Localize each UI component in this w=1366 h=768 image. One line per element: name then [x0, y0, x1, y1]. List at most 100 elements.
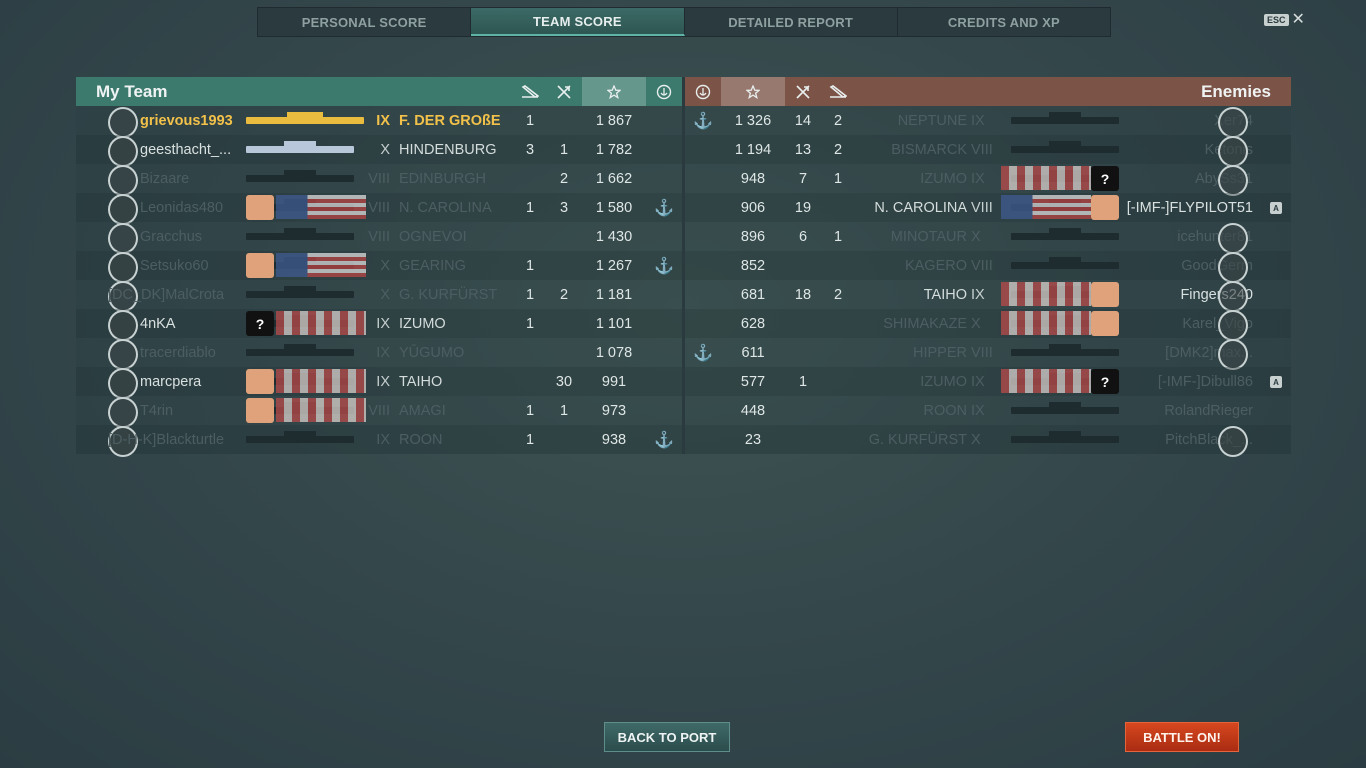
planes-shot-value: [789, 425, 817, 454]
table-row[interactable]: 906 19 N. CAROLINA VIII [-IMF-]FLYPILOT51 A: [685, 193, 1291, 222]
table-row[interactable]: 448 ROON IX RolandRieger: [685, 396, 1291, 425]
ship-name: SHIMAKAZE: [883, 315, 967, 332]
torpedo-hits-value: 1: [525, 315, 535, 332]
rank-badge-icon: [1218, 310, 1248, 341]
score-value: 1 867: [595, 112, 633, 129]
player-name[interactable]: [DC_DK]MalCrota: [108, 280, 224, 309]
table-row[interactable]: 852KAGEROVIIIGoodGerm: [685, 251, 1291, 283]
player-name[interactable]: Setsuko60: [140, 251, 209, 280]
score-value: 681: [740, 286, 766, 303]
my-team-header: My Team: [76, 77, 682, 106]
table-row[interactable]: grievous1993 IX F. DER GROßE 1 1 867: [76, 106, 682, 138]
player-name[interactable]: [-IMF-]Dibull86: [1158, 367, 1253, 396]
player-name[interactable]: Bizaare: [140, 164, 189, 193]
score-value: 973: [601, 402, 627, 419]
planes-shot-value: [550, 338, 578, 367]
score-star-icon[interactable]: [721, 77, 785, 106]
ship-tier: VIII: [971, 199, 993, 216]
tab-credits-and-xp[interactable]: CREDITS AND XP: [898, 8, 1110, 36]
player-name[interactable]: 4nKA: [140, 309, 175, 338]
table-row[interactable]: [D-H-K]Blackturtle IX ROON 1 938 ⚓: [76, 425, 682, 457]
table-row[interactable]: 94871IZUMOIX?AbySs31: [685, 164, 1291, 196]
score-star-icon[interactable]: [582, 77, 646, 106]
score-value: 1 326: [734, 112, 772, 129]
torpedo-hits-value: 2: [833, 112, 843, 129]
table-row[interactable]: Bizaare VIII EDINBURGH 2 1 662: [76, 164, 682, 196]
ship-silhouette-icon: [246, 112, 364, 124]
ship-silhouette-icon: [1011, 257, 1119, 269]
table-row[interactable]: 1 194132BISMARCKVIIIKetonis: [685, 135, 1291, 167]
ship-tier: IX: [376, 344, 390, 361]
battle-on-button[interactable]: BATTLE ON!: [1125, 722, 1239, 752]
torpedo-hits-icon[interactable]: [824, 77, 852, 106]
ship-name: IZUMO: [920, 373, 967, 390]
score-value: 896: [740, 228, 766, 245]
table-row[interactable]: marcpera IX TAIHO 30 991: [76, 367, 682, 399]
ship-silhouette-icon: [1011, 402, 1119, 414]
score-value: 1 580: [595, 199, 633, 216]
table-row[interactable]: ⚓1 326142NEPTUNEIXXer74: [685, 106, 1291, 138]
commander-portrait-icon: [246, 195, 274, 220]
rank-badge-icon: [1218, 426, 1248, 457]
planes-shot-icon[interactable]: [789, 77, 817, 106]
player-name[interactable]: [-IMF-]FLYPILOT51: [1127, 193, 1253, 222]
player-name[interactable]: RolandRieger: [1164, 396, 1253, 425]
ship-name: F. DER GROßE: [399, 112, 501, 129]
score-value: 991: [601, 373, 627, 390]
anchor-icon: ⚓: [654, 257, 674, 275]
table-row[interactable]: Setsuko60 X GEARING 1 1 267 ⚓: [76, 251, 682, 283]
torpedo-hits-value: 1: [525, 402, 535, 419]
commander-portrait-icon: [246, 398, 274, 423]
back-to-port-button[interactable]: BACK TO PORT: [604, 722, 730, 752]
score-value: 938: [601, 431, 627, 448]
table-row[interactable]: [DC_DK]MalCrota X G. KURFÜRST 1 2 1 181: [76, 280, 682, 312]
ship-tier: X: [971, 315, 981, 332]
anchor-icon: ⚓: [654, 431, 674, 449]
ship-name: IZUMO: [920, 170, 967, 187]
table-row[interactable]: 23 G. KURFÜRST X PitchBlack_...: [685, 425, 1291, 457]
tab-team-score[interactable]: TEAM SCORE: [471, 8, 685, 36]
player-name[interactable]: tracerdiablo: [140, 338, 216, 367]
ship-tier: X: [380, 141, 390, 158]
player-name[interactable]: grievous1993: [140, 106, 233, 135]
table-row[interactable]: tracerdiablo IX YŪGUMO 1 078: [76, 338, 682, 370]
score-value: 628: [740, 315, 766, 332]
table-row[interactable]: Gracchus VIII OGNEVOI 1 430: [76, 222, 682, 254]
esc-close-button[interactable]: ESC ✕: [1264, 12, 1305, 28]
torpedo-hits-value: [824, 338, 852, 367]
ship-tier: IX: [971, 402, 985, 419]
torpedo-hits-value: 2: [833, 141, 843, 158]
player-name[interactable]: Gracchus: [140, 222, 202, 251]
table-row[interactable]: Leonidas480 VIII N. CAROLINA 1 3 1 580 ⚓: [76, 193, 682, 225]
ship-name: EDINBURGH: [399, 170, 487, 187]
capture-icon[interactable]: [648, 77, 680, 106]
player-name[interactable]: [D-H-K]Blackturtle: [108, 425, 224, 454]
player-name[interactable]: marcpera: [140, 367, 201, 396]
enemies-title: Enemies: [1201, 81, 1271, 101]
player-name[interactable]: Leonidas480: [140, 193, 223, 222]
anchor-icon: ⚓: [693, 344, 713, 362]
table-row[interactable]: 681 18 2 TAIHO IX Fingers240: [685, 280, 1291, 312]
tab-detailed-report[interactable]: DETAILED REPORT: [685, 8, 898, 36]
capture-icon[interactable]: [687, 77, 719, 106]
rank-badge-icon: [1218, 281, 1248, 312]
tab-personal-score[interactable]: PERSONAL SCORE: [258, 8, 472, 36]
player-name[interactable]: geesthacht_...: [140, 135, 231, 164]
table-row[interactable]: 4nKA? IX IZUMO 1 1 101: [76, 309, 682, 341]
table-row[interactable]: 628SHIMAKAZEXKarel_Vigo: [685, 309, 1291, 341]
ship-silhouette-icon: [246, 286, 354, 298]
planes-shot-icon[interactable]: [550, 77, 578, 106]
table-row[interactable]: 896 6 1 MINOTAUR Xicehunter81: [685, 222, 1291, 254]
division-badge-icon: A: [1270, 202, 1282, 214]
table-row[interactable]: ⚓ 611 HIPPER VIII [DMK2]max...: [685, 338, 1291, 370]
anchor-icon: ⚓: [693, 112, 713, 130]
table-row[interactable]: 577 1 IZUMO IX? [-IMF-]Dibull86 A: [685, 367, 1291, 396]
table-row[interactable]: geesthacht_... X HINDENBURG 3 1 1 782: [76, 135, 682, 167]
ship-tier: VIII: [368, 402, 390, 419]
camouflage-flag-icon: [1001, 282, 1091, 306]
table-row[interactable]: T4rin VIII AMAGI 1 1 973: [76, 396, 682, 428]
torpedo-hits-value: 3: [525, 141, 535, 158]
torpedo-hits-value: [824, 367, 852, 396]
torpedo-hits-icon[interactable]: [516, 77, 544, 106]
player-name[interactable]: T4rin: [140, 396, 173, 425]
